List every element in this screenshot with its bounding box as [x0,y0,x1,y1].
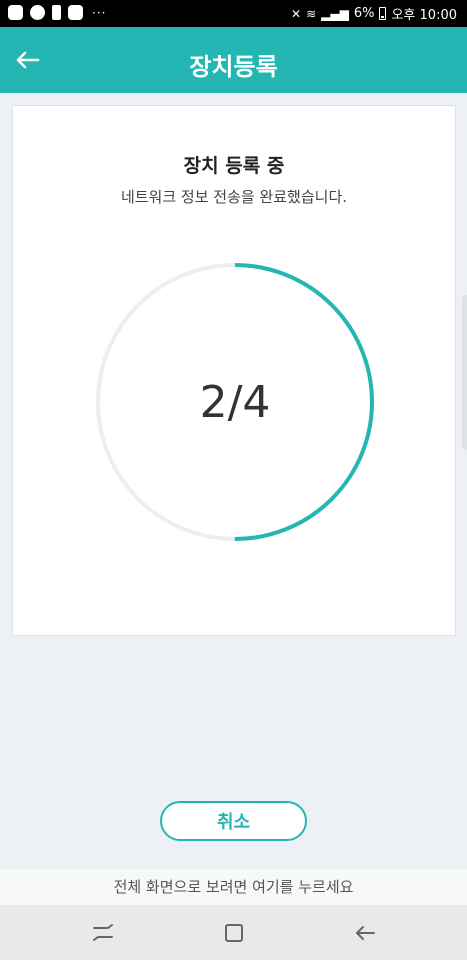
overflow-indicator: ··· [92,5,107,20]
lock-icon [52,5,61,20]
registration-subtitle: 네트워크 정보 전송을 완료했습니다. [120,188,348,206]
phone-icon [8,5,23,20]
app-header: 장치등록 [0,27,467,93]
notification-icons: ··· [8,5,106,20]
wifi-icon: ≋ [306,6,317,21]
system-back-button[interactable] [350,918,380,948]
recent-apps-icon [93,924,113,941]
message-icon [68,5,83,20]
recent-apps-button[interactable] [88,918,118,948]
signal-icon: ▂▄▆ [321,6,349,21]
registration-title: 장치 등록 중 [183,155,285,177]
progress-label: 2/4 [199,376,271,428]
status-bar: ··· ✕ ≋ ▂▄▆ 6% 오후 10:00 [0,0,467,27]
battery-icon [379,7,387,20]
page-title: 장치등록 [189,53,278,81]
back-icon [356,926,375,940]
chat-icon [30,5,45,20]
home-icon [225,924,243,942]
home-button[interactable] [219,918,249,948]
edge-panel-handle[interactable] [462,295,467,450]
clock: 오후 10:00 [391,8,457,23]
cancel-button[interactable]: 취소 [160,801,307,841]
mute-icon: ✕ [291,6,302,21]
fullscreen-hint[interactable]: 전체 화면으로 보려면 여기를 누르세요 [0,869,467,905]
battery-percent: 6% [353,6,375,21]
system-icons: ✕ ≋ ▂▄▆ 6% 오후 10:00 [291,4,457,23]
navigation-bar [0,905,467,960]
registration-card: 장치 등록 중 네트워크 정보 전송을 완료했습니다. 2/4 [12,105,456,636]
